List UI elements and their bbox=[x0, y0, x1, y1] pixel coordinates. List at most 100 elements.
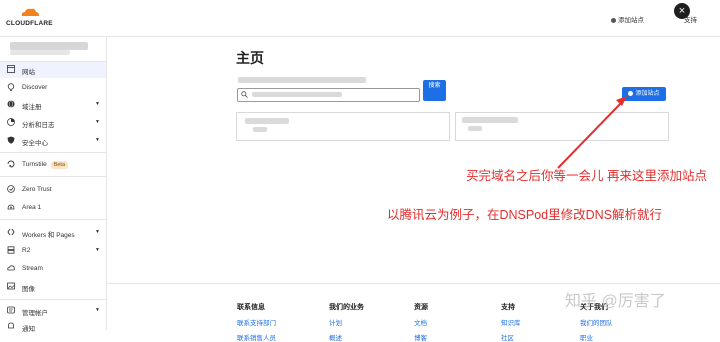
divider bbox=[0, 176, 106, 177]
image-icon bbox=[7, 282, 15, 290]
area1-icon bbox=[7, 204, 15, 210]
browser-window-icon bbox=[7, 65, 15, 73]
footer-link[interactable]: 博客 bbox=[414, 332, 428, 342]
sidebar-item-analytics[interactable]: 分析和日志 ▼ bbox=[0, 115, 106, 131]
footer-link[interactable]: 计划 bbox=[329, 317, 364, 327]
sidebar-item-workers-pages[interactable]: Workers 和 Pages ▼ bbox=[0, 225, 106, 241]
sidebar-item-zero-trust[interactable]: Zero Trust bbox=[0, 182, 106, 198]
search-button[interactable]: 搜索 bbox=[423, 80, 446, 101]
sidebar-item-discover[interactable]: Discover bbox=[0, 80, 106, 96]
top-bar: CLOUDFLARE 添加站点 支持 × bbox=[0, 0, 720, 37]
chevron-down-icon: ▼ bbox=[95, 101, 100, 107]
chevron-down-icon: ▼ bbox=[95, 119, 100, 125]
sidebar-item-label: Discover bbox=[22, 84, 48, 91]
sidebar-item-security-center[interactable]: 安全中心 ▼ bbox=[0, 133, 106, 149]
sidebar-item-manage-account[interactable]: 管理帐户 ▼ bbox=[0, 303, 106, 319]
footer-link[interactable]: 社区 bbox=[501, 332, 521, 342]
site-status-redacted bbox=[468, 126, 482, 131]
add-site-link-label: 添加站点 bbox=[618, 17, 644, 24]
sidebar-item-turnstile[interactable]: Turnstile Beta bbox=[0, 157, 106, 173]
account-subtitle-redacted bbox=[10, 50, 70, 55]
sidebar-item-label: R2 bbox=[22, 247, 31, 254]
sidebar-item-label: Stream bbox=[22, 265, 43, 272]
close-icon[interactable]: × bbox=[674, 3, 690, 19]
search-input[interactable] bbox=[237, 88, 420, 102]
annotation-text: 以腾讯云为例子，在DNSPod里修改DNS解析就行 bbox=[387, 208, 663, 222]
footer-link[interactable]: 联系支持部门 bbox=[237, 317, 276, 327]
shield-icon bbox=[7, 136, 15, 144]
page-title: 主页 bbox=[236, 50, 264, 66]
globe-icon bbox=[7, 100, 15, 108]
footer-link[interactable]: 知识库 bbox=[501, 317, 521, 327]
footer-column: 支持 知识库 社区 bbox=[501, 302, 521, 342]
turnstile-icon bbox=[7, 160, 15, 168]
plus-circle-icon bbox=[611, 17, 616, 23]
sidebar-item-label: Turnstile Beta bbox=[22, 161, 69, 169]
divider bbox=[0, 219, 106, 220]
chevron-down-icon: ▼ bbox=[95, 247, 100, 253]
footer-heading: 资源 bbox=[414, 304, 428, 311]
sidebar-item-stream[interactable]: Stream bbox=[0, 261, 106, 277]
footer-divider bbox=[107, 283, 720, 284]
zero-trust-icon bbox=[7, 185, 15, 193]
add-site-button[interactable]: 添加站点 bbox=[622, 87, 666, 101]
sidebar-item-r2[interactable]: R2 ▼ bbox=[0, 243, 106, 259]
plus-circle-icon bbox=[628, 90, 634, 96]
sidebar-item-label: Workers 和 Pages bbox=[22, 232, 75, 239]
chevron-down-icon: ▼ bbox=[95, 229, 100, 235]
footer-link[interactable]: 概述 bbox=[329, 332, 364, 342]
sidebar-item-label: Zero Trust bbox=[22, 186, 52, 193]
footer-link[interactable]: 我们的团队 bbox=[580, 317, 613, 327]
sidebar-item-images[interactable]: 图像 bbox=[0, 279, 106, 295]
cloud-stream-icon bbox=[7, 265, 15, 271]
logo-wordmark: CLOUDFLARE bbox=[6, 20, 53, 27]
turnstile-label: Turnstile bbox=[22, 161, 47, 168]
sidebar-item-label: 安全中心 bbox=[22, 140, 48, 147]
footer-heading: 支持 bbox=[501, 304, 515, 311]
site-status-redacted bbox=[253, 127, 267, 132]
divider bbox=[0, 152, 106, 153]
sidebar-item-label: 图像 bbox=[22, 286, 35, 293]
sidebar-item-area-1[interactable]: Area 1 bbox=[0, 200, 106, 216]
sidebar-item-notifications[interactable]: 通知 bbox=[0, 319, 106, 335]
storage-icon bbox=[7, 246, 15, 254]
footer-heading: 我们的业务 bbox=[329, 304, 364, 311]
workers-icon bbox=[7, 228, 15, 236]
site-card[interactable] bbox=[455, 112, 669, 141]
sidebar-item-label: 网站 bbox=[22, 69, 35, 76]
footer-heading: 联系信息 bbox=[237, 304, 265, 311]
footer-column: 联系信息 联系支持部门 联系销售人员 bbox=[237, 302, 276, 342]
site-name-redacted bbox=[462, 117, 518, 123]
sidebar-item-label: 域注册 bbox=[22, 104, 42, 111]
site-name-redacted bbox=[245, 118, 289, 124]
footer-link[interactable]: 文档 bbox=[414, 317, 428, 327]
add-site-link[interactable]: 添加站点 bbox=[611, 14, 644, 24]
search-hint-redacted bbox=[238, 77, 366, 83]
cloudflare-logo[interactable]: CLOUDFLARE bbox=[6, 8, 53, 28]
chevron-down-icon: ▼ bbox=[95, 307, 100, 313]
sidebar-item-label: 分析和日志 bbox=[22, 122, 55, 129]
account-gear-icon bbox=[7, 306, 15, 314]
sidebar-item-websites[interactable]: 网站 bbox=[0, 62, 106, 78]
sidebar-item-domain-registration[interactable]: 域注册 ▼ bbox=[0, 97, 106, 113]
search-value-redacted bbox=[252, 92, 342, 97]
footer-link[interactable]: 职业 bbox=[580, 332, 613, 342]
search-icon bbox=[241, 91, 248, 98]
account-name-redacted[interactable] bbox=[10, 42, 88, 50]
footer-column: 我们的业务 计划 概述 bbox=[329, 302, 364, 342]
lightbulb-icon bbox=[7, 83, 15, 91]
cloud-logo-icon bbox=[21, 8, 39, 16]
beta-badge: Beta bbox=[50, 161, 69, 169]
sidebar: 网站 Discover 域注册 ▼ 分析和日志 ▼ 安全中心 ▼ Turnsti… bbox=[0, 37, 107, 333]
pie-chart-icon bbox=[7, 118, 15, 126]
chevron-down-icon: ▼ bbox=[95, 137, 100, 143]
sidebar-item-label: 通知 bbox=[22, 326, 35, 333]
bell-icon bbox=[8, 322, 14, 329]
site-card[interactable] bbox=[236, 112, 450, 141]
divider bbox=[0, 299, 106, 300]
add-site-button-label: 添加站点 bbox=[635, 91, 660, 97]
footer-link[interactable]: 联系销售人员 bbox=[237, 332, 276, 342]
zhihu-watermark: 知乎 @厉害了 bbox=[565, 293, 666, 310]
sidebar-item-label: Area 1 bbox=[22, 204, 42, 211]
sidebar-item-label: 管理帐户 bbox=[22, 310, 48, 317]
